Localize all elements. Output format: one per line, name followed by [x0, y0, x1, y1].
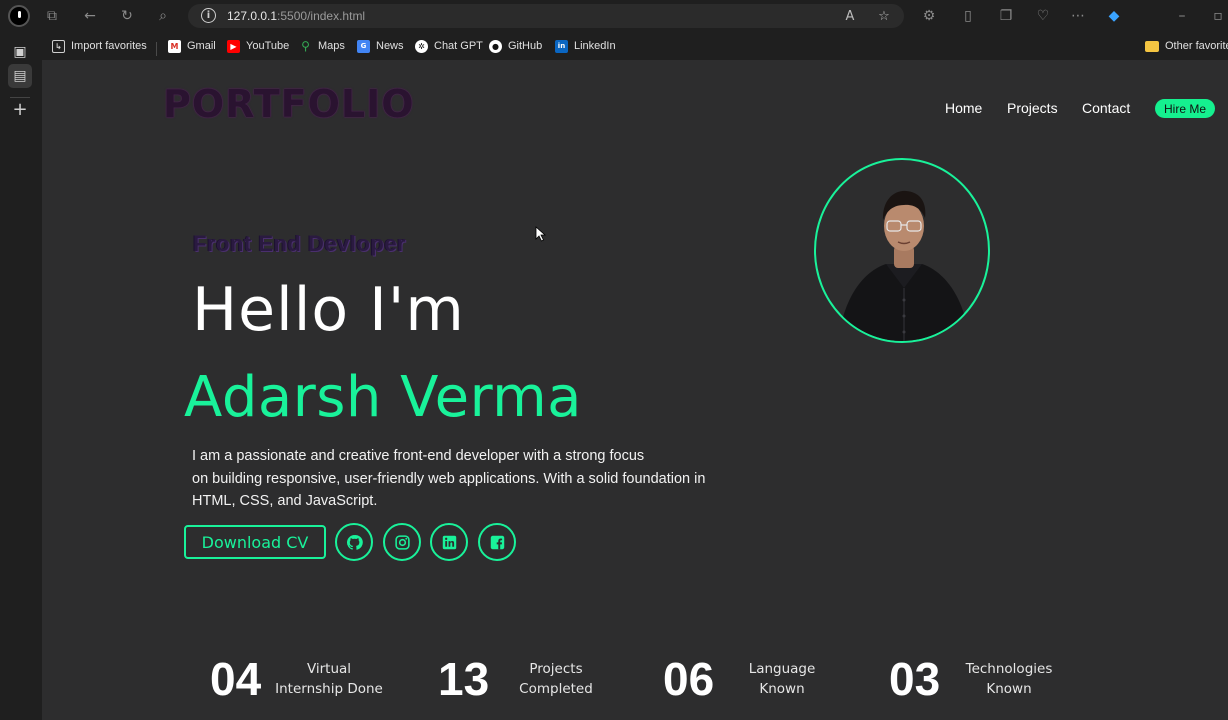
- stat-label-line: Language: [748, 661, 816, 677]
- bookmark-github[interactable]: ● GitHub: [489, 38, 542, 54]
- stat-number-projects: 13: [438, 653, 490, 705]
- bookmark-import-favorites[interactable]: ↳ Import favorites: [52, 38, 147, 54]
- news-icon: G: [357, 39, 370, 53]
- person-portrait: [838, 190, 970, 341]
- description-line: I am a passionate and creative front-end…: [192, 448, 645, 464]
- profile-photo: [814, 158, 990, 343]
- site-info-icon[interactable]: i: [201, 8, 216, 23]
- collections-icon[interactable]: ❐: [996, 6, 1016, 26]
- description-line: HTML, CSS, and JavaScript.: [192, 493, 378, 509]
- intro-description: I am a passionate and creative front-end…: [192, 445, 752, 513]
- bookmark-other-favorites[interactable]: Other favorites: [1145, 38, 1228, 54]
- gmail-icon: M: [168, 39, 181, 53]
- linkedin-icon: in: [555, 39, 568, 53]
- bookmark-gmail[interactable]: M Gmail: [168, 38, 216, 54]
- read-aloud-icon[interactable]: A: [841, 7, 859, 25]
- bookmark-label: Chat GPT: [434, 40, 483, 52]
- url-path: :5500/index.html: [277, 9, 366, 23]
- stat-number-languages: 06: [663, 653, 715, 705]
- tab-actions-icon[interactable]: ⧉: [42, 6, 62, 26]
- description-line: on building responsive, user-friendly we…: [192, 470, 706, 487]
- stat-label-internships: Virtual Internship Done: [273, 659, 385, 699]
- bookmark-label: Maps: [318, 40, 345, 52]
- back-icon[interactable]: ←: [80, 6, 100, 26]
- bookmark-news[interactable]: G News: [357, 38, 404, 54]
- stat-label-line: Internship Done: [275, 681, 383, 697]
- extensions-icon[interactable]: ⚙: [919, 6, 939, 26]
- stat-label-line: Known: [759, 681, 805, 697]
- stat-label-technologies: Technologies Known: [954, 659, 1064, 699]
- nav-projects[interactable]: Projects: [1007, 100, 1058, 116]
- bookmark-maps[interactable]: ⚲ Maps: [299, 38, 345, 54]
- github-link[interactable]: [335, 523, 373, 561]
- github-icon: [346, 534, 363, 550]
- browser-essentials-icon[interactable]: ♡: [1033, 6, 1053, 26]
- bookmark-label: GitHub: [508, 40, 543, 52]
- download-cv-button[interactable]: Download CV: [184, 525, 326, 559]
- facebook-link[interactable]: [478, 523, 516, 561]
- portfolio-page: PORTFOLIO Home Projects Contact Hire Me …: [42, 60, 1228, 720]
- refresh-icon[interactable]: ↻: [117, 6, 137, 26]
- bookmarks-bar: ↳ Import favorites M Gmail ▶ YouTube ⚲ M…: [0, 32, 1228, 60]
- new-tab-icon[interactable]: +: [8, 97, 32, 121]
- instagram-icon: [394, 534, 410, 550]
- site-logo[interactable]: PORTFOLIO: [163, 82, 415, 126]
- address-bar[interactable]: i 127.0.0.1:5500/index.html A ☆: [188, 4, 904, 28]
- stat-label-languages: Language Known: [732, 659, 832, 699]
- bookmark-label: News: [376, 40, 404, 52]
- youtube-icon: ▶: [227, 39, 240, 53]
- import-icon: ↳: [52, 39, 65, 53]
- stat-label-projects: Projects Completed: [506, 659, 606, 699]
- linkedin-link[interactable]: [430, 523, 468, 561]
- search-icon[interactable]: ⌕: [153, 6, 173, 26]
- maps-icon: ⚲: [301, 39, 310, 53]
- stat-label-line: Technologies: [965, 661, 1053, 677]
- bookmark-label: YouTube: [246, 40, 290, 52]
- bookmark-linkedin[interactable]: in LinkedIn: [555, 38, 616, 54]
- tab-list-icon[interactable]: ▣: [8, 40, 32, 64]
- bookmark-label: LinkedIn: [574, 40, 616, 52]
- stat-label-line: Virtual: [306, 661, 352, 677]
- chatgpt-icon: ✲: [415, 39, 428, 53]
- linkedin-icon: [442, 535, 456, 549]
- split-screen-icon[interactable]: ▯: [958, 6, 978, 26]
- bookmark-separator: [156, 42, 157, 56]
- stat-number-technologies: 03: [889, 653, 941, 705]
- bookmark-label: Other favorites: [1165, 40, 1228, 52]
- github-icon: ●: [489, 39, 502, 53]
- bookmark-label: Gmail: [187, 40, 216, 52]
- instagram-link[interactable]: [383, 523, 421, 561]
- greeting-heading: Hello I'm: [192, 275, 465, 345]
- stat-label-line: Completed: [519, 681, 593, 697]
- stat-label-line: Known: [986, 681, 1032, 697]
- minimize-icon[interactable]: –: [1172, 6, 1192, 26]
- favorite-star-icon[interactable]: ☆: [875, 7, 893, 25]
- browser-titlebar: ⧉ ← ↻ ⌕ i 127.0.0.1:5500/index.html A ☆ …: [0, 0, 1228, 32]
- browser-sidebar: ▣ ▤ +: [0, 44, 42, 720]
- profile-avatar[interactable]: [8, 5, 30, 27]
- bookmark-label: Import favorites: [71, 40, 147, 52]
- copilot-icon[interactable]: ◆: [1104, 6, 1124, 26]
- mouse-cursor-icon: [535, 226, 547, 242]
- nav-contact[interactable]: Contact: [1082, 100, 1130, 116]
- bookmark-chatgpt[interactable]: ✲ Chat GPT: [415, 38, 483, 54]
- facebook-icon: [490, 535, 504, 549]
- stat-label-line: Projects: [529, 661, 583, 677]
- name-heading: Adarsh Verma: [184, 365, 582, 430]
- stat-number-internships: 04: [210, 653, 262, 705]
- nav-home[interactable]: Home: [945, 100, 982, 116]
- hire-me-button[interactable]: Hire Me: [1155, 99, 1215, 118]
- address-url[interactable]: 127.0.0.1:5500/index.html: [227, 9, 365, 23]
- more-menu-icon[interactable]: ⋯: [1068, 6, 1088, 26]
- url-host: 127.0.0.1: [227, 9, 278, 23]
- restore-icon[interactable]: ▫: [1208, 6, 1228, 26]
- folder-icon: [1145, 40, 1159, 52]
- bookmark-youtube[interactable]: ▶ YouTube: [227, 38, 289, 54]
- page-tab-icon[interactable]: ▤: [8, 64, 32, 88]
- role-title: Front End Devloper: [193, 231, 407, 256]
